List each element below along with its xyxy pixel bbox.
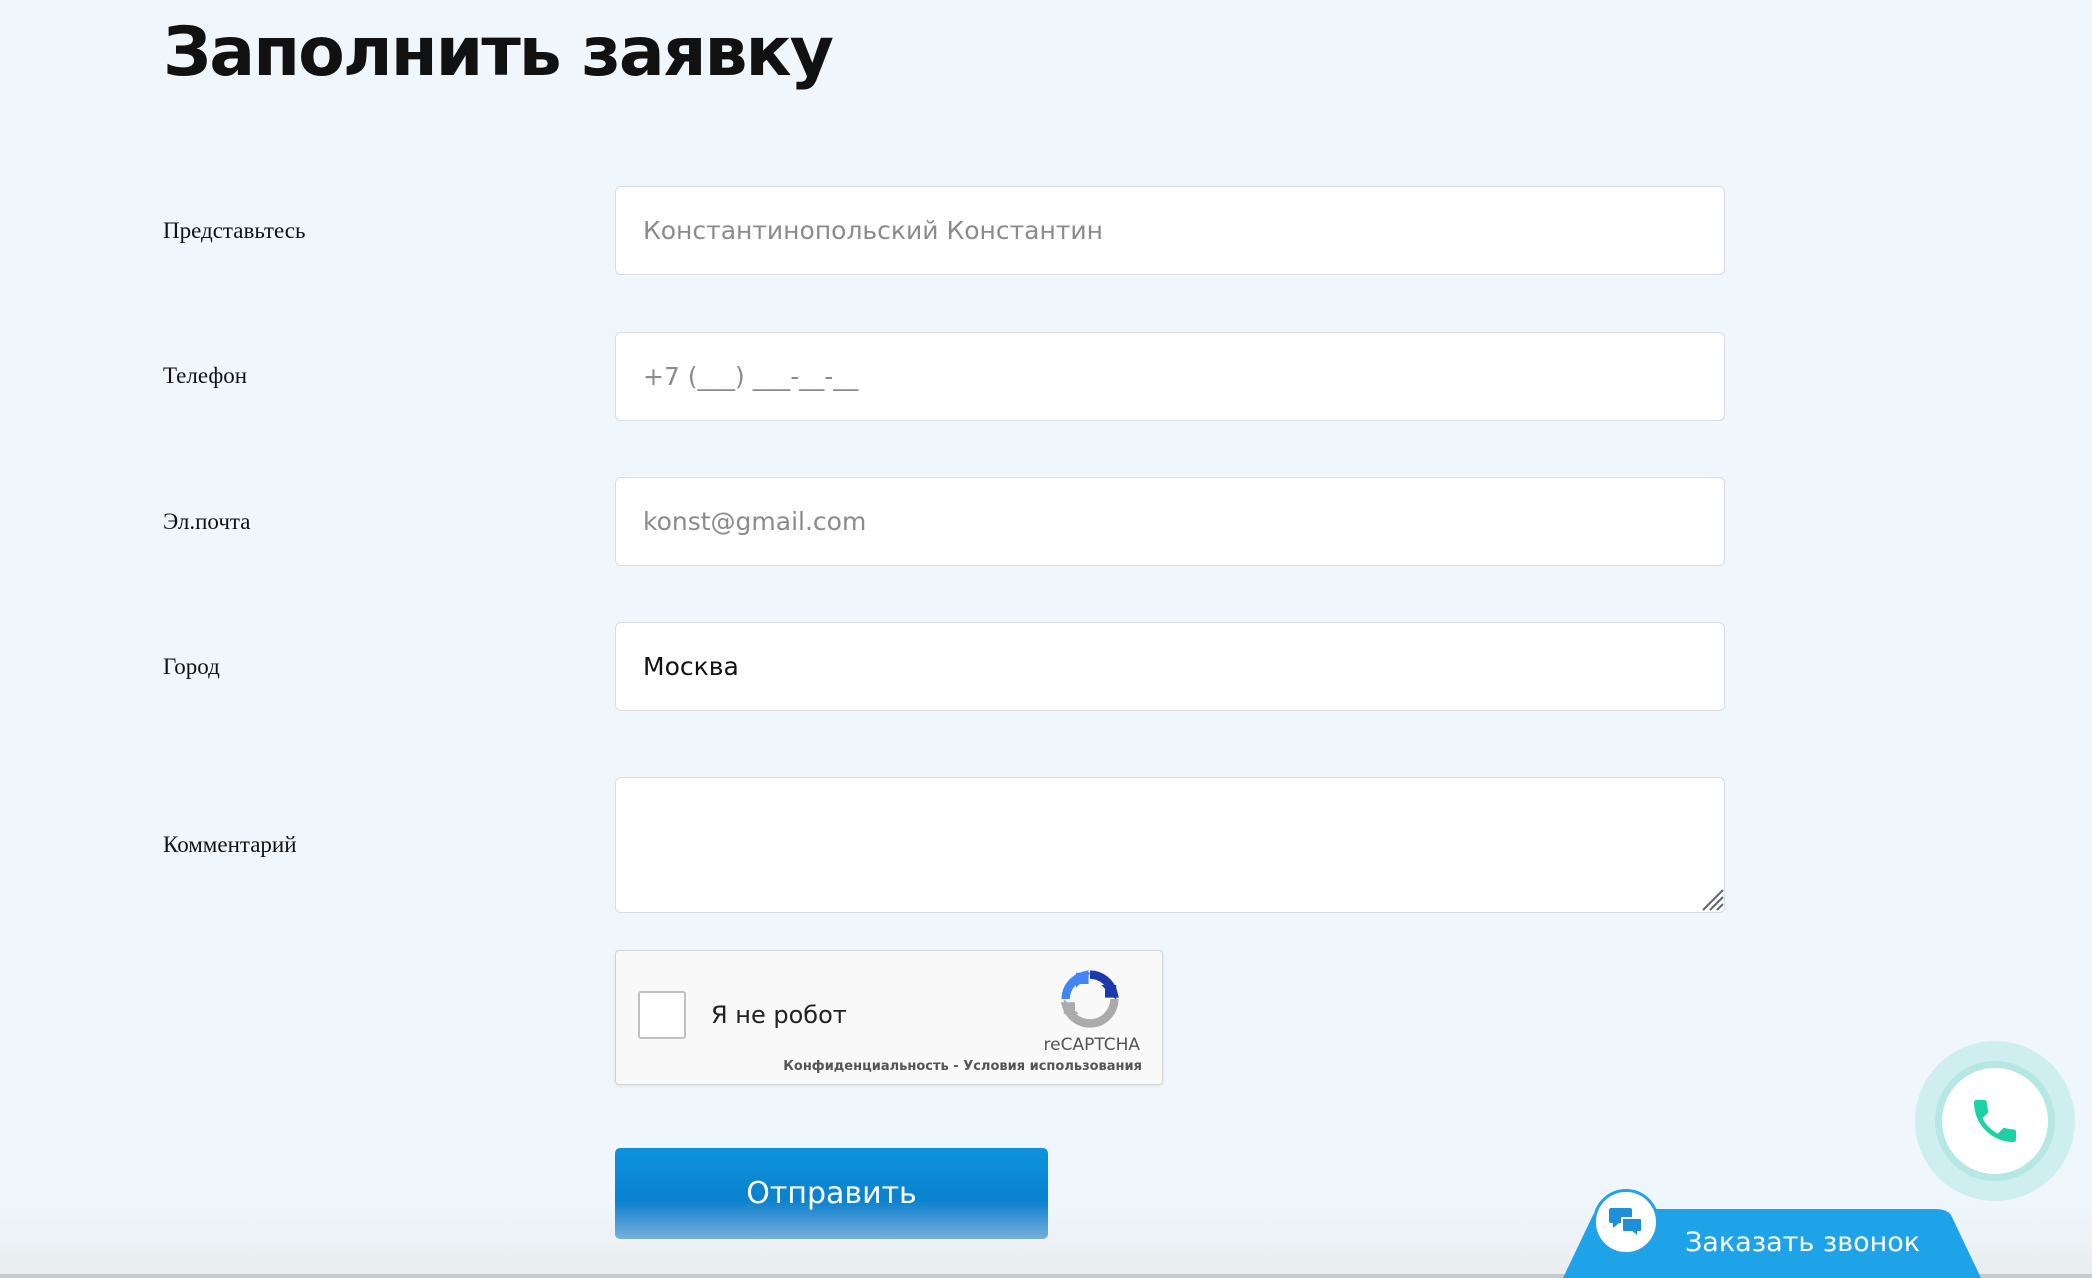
phone-icon (1974, 1100, 2016, 1142)
terms-link[interactable]: Условия использования (963, 1059, 1142, 1074)
name-input[interactable] (615, 186, 1725, 275)
call-button[interactable] (1942, 1068, 2048, 1174)
phone-label: Телефон (163, 363, 248, 388)
callback-label: Заказать звонок (1685, 1227, 1921, 1258)
recaptcha-widget: Я не робот reCAPTCHA Конфиденциальность … (615, 950, 1163, 1085)
name-label: Представьтесь (163, 218, 306, 243)
links-separator: - (948, 1059, 964, 1074)
city-label: Город (163, 654, 220, 679)
phone-input[interactable] (615, 332, 1725, 421)
recaptcha-brand: reCAPTCHA (1043, 1035, 1141, 1055)
resize-handle-icon[interactable] (1697, 884, 1724, 911)
call-widget (1915, 1041, 2075, 1201)
recaptcha-links: Конфиденциальность - Условия использован… (783, 1059, 1142, 1074)
privacy-link[interactable]: Конфиденциальность (783, 1059, 948, 1074)
chat-bubbles-icon[interactable] (1593, 1189, 1659, 1255)
email-label: Эл.почта (163, 509, 251, 534)
page-title: Заполнить заявку (163, 13, 834, 92)
recaptcha-logo-icon (1060, 970, 1119, 1028)
city-input[interactable] (615, 622, 1725, 711)
chat-bubbles-glyph (1609, 1208, 1643, 1238)
recaptcha-label: Я не робот (711, 1001, 847, 1029)
comment-textarea[interactable] (615, 777, 1725, 913)
email-input[interactable] (615, 477, 1725, 566)
recaptcha-checkbox[interactable] (638, 991, 686, 1039)
comment-label: Комментарий (163, 832, 297, 857)
